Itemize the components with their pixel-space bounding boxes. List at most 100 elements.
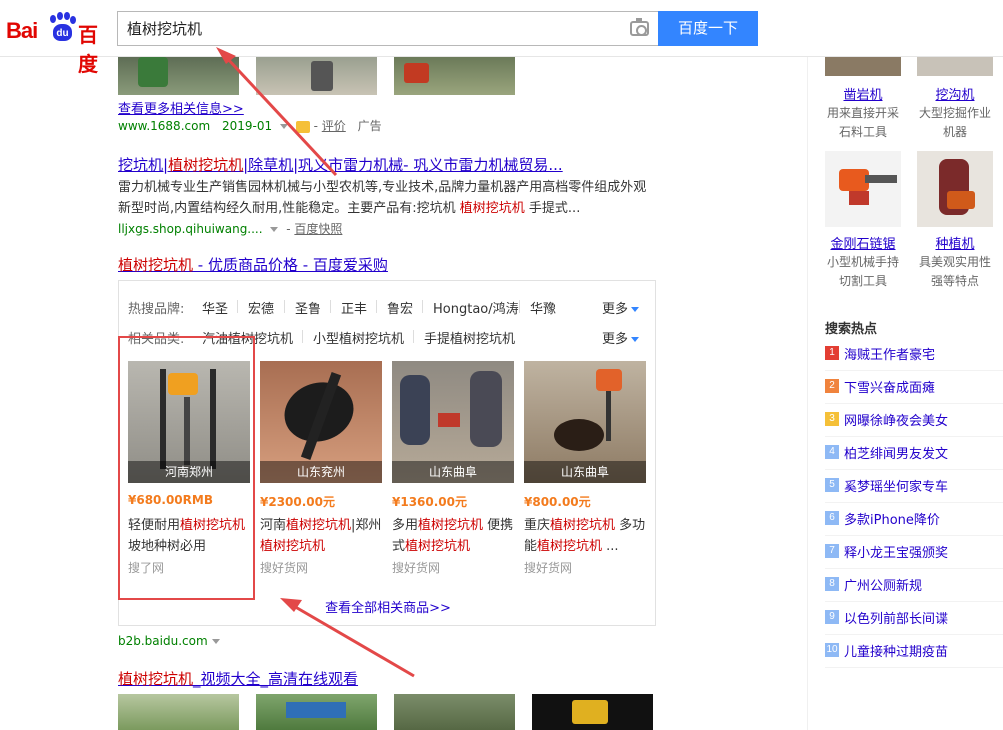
results-area: 查看更多相关信息>> www.1688.com 2019-01 - 评价 广告 … [0,57,1003,730]
product-price: ¥2300.00元 [260,495,336,509]
brand-tag[interactable]: 圣鲁 [295,298,321,317]
hot-search-item[interactable]: 3 网曝徐峥夜会美女 [825,404,1003,437]
search-box [117,11,659,46]
hot-search-item[interactable]: 5 奚梦瑶坐何家专车 [825,470,1003,503]
product-source[interactable]: 搜好货网 [524,559,572,576]
product-price: ¥1360.00元 [392,495,468,509]
hot-search-item[interactable]: 6 多款iPhone降价 [825,503,1003,536]
tile-name[interactable]: 凿岩机 [825,84,901,103]
more-brands-button[interactable]: 更多 [602,298,640,317]
annotation-highlight-box [118,336,255,600]
related-tag[interactable]: 手提植树挖坑机 [424,328,515,347]
product-item[interactable]: 山东曲阜 ¥800.00元 重庆植树挖坑机 多功能植树挖坑机 ... 搜好货网 [524,361,646,591]
product-source[interactable]: 搜好货网 [260,559,308,576]
title-part: - 优质商品价格 - 百度爱采购 [193,256,388,274]
product-price: ¥800.00元 [524,495,591,509]
more-label: 更多 [602,332,629,347]
hot-search-item[interactable]: 10 儿童接种过期疫苗 [825,635,1003,668]
hot-search-text[interactable]: 多款iPhone降价 [844,509,940,528]
result-title[interactable]: 挖坑机|植树挖坑机|除草机|巩义市雷力机械- 巩义市雷力机械贸易... [118,154,563,175]
video-thumbnail[interactable] [532,694,653,730]
related-tile[interactable]: 金刚石链锯 小型机械手持切割工具 [825,151,901,291]
result-title[interactable]: 植树挖坑机_视频大全_高清在线观看 [118,668,358,689]
tile-name[interactable]: 种植机 [917,233,993,252]
column-divider [807,57,808,730]
snapshot-link[interactable]: 百度快照 [294,222,342,236]
rating-link[interactable]: 评价 [322,119,346,133]
more-related-button[interactable]: 更多 [602,328,640,347]
caret-down-icon[interactable] [211,639,220,644]
hot-search-text[interactable]: 下雪兴奋成面瘫 [844,377,935,396]
hot-search-text[interactable]: 奚梦瑶坐何家专车 [844,476,948,495]
hot-rank-badge: 4 [825,445,839,459]
paw-icon: du [47,12,77,44]
see-more-link[interactable]: 查看更多相关信息>> [118,98,244,117]
name-highlight: 植树挖坑机 [550,518,616,533]
related-tile[interactable]: 挖沟机 大型挖掘作业机器 [917,57,993,139]
related-tag[interactable]: 小型植树挖坑机 [313,328,404,347]
brand-tag[interactable]: 鲁宏 [387,298,413,317]
camera-icon[interactable] [630,18,649,36]
name-part: 河南 [260,518,287,533]
baidu-logo[interactable]: Bai du 百度 [6,8,110,76]
hot-search-text[interactable]: 广州公厕新规 [844,575,922,594]
product-name[interactable]: 重庆植树挖坑机 多功能植树挖坑机 ... [524,515,648,557]
hot-search-item[interactable]: 1 海贼王作者豪宅 [825,338,1003,371]
name-highlight: 植树挖坑机 [405,539,471,554]
hot-search-text[interactable]: 网曝徐峥夜会美女 [844,410,948,429]
search-button[interactable]: 百度一下 [658,11,758,46]
tile-image[interactable] [825,151,901,227]
search-input[interactable] [118,12,608,45]
brand-tag[interactable]: Hongtao/鸿涛 [433,298,519,317]
tile-name[interactable]: 金刚石链锯 [825,233,901,252]
result-image[interactable] [394,57,515,95]
result-url: www.1688.com 2019-01 - 评价 广告 [118,119,382,133]
hot-search-item[interactable]: 2 下雪兴奋成面瘫 [825,371,1003,404]
result-description: 雷力机械专业生产销售园林机械与小型农机等,专业技术,品牌力量机器产用高档零件组成… [118,177,658,219]
title-part: |除草机|巩义市雷力机械- 巩义市雷力机械贸易... [243,156,563,174]
hot-search-item[interactable]: 7 释小龙王宝强颁奖 [825,536,1003,569]
product-name[interactable]: 多用植树挖坑机 便携式植树挖坑机 [392,515,516,557]
hot-search-text[interactable]: 柏芝绯闻男友发文 [844,443,948,462]
hot-rank-badge: 6 [825,511,839,525]
tile-image[interactable] [825,57,901,76]
hot-search-item[interactable]: 4 柏芝绯闻男友发文 [825,437,1003,470]
hot-rank-badge: 9 [825,610,839,624]
related-tile[interactable]: 种植机 具美观实用性强等特点 [917,151,993,291]
video-thumbnail[interactable] [256,694,377,730]
name-part: 多用 [392,518,419,533]
hot-search-text[interactable]: 以色列前部长间谍 [844,608,948,627]
title-part: _视频大全_高清在线观看 [193,670,359,688]
video-thumbnail[interactable] [394,694,515,730]
video-thumbnail[interactable] [118,694,239,730]
header: Bai du 百度 百度一下 [0,0,1003,76]
product-item[interactable]: 山东兖州 ¥2300.00元 河南植树挖坑机|郑州植树挖坑机 搜好货网 [260,361,382,591]
product-name[interactable]: 河南植树挖坑机|郑州植树挖坑机 [260,515,384,557]
caret-down-icon[interactable] [270,227,279,232]
product-item[interactable]: 山东曲阜 ¥1360.00元 多用植树挖坑机 便携式植树挖坑机 搜好货网 [392,361,514,591]
product-location: 山东曲阜 [524,461,646,483]
brand-tag[interactable]: 正丰 [341,298,367,317]
desc-highlight: 植树挖坑机 [459,201,525,216]
desc-part: 手提式... [524,201,581,216]
result-image[interactable] [118,57,239,95]
tile-name[interactable]: 挖沟机 [917,84,993,103]
result-title[interactable]: 植树挖坑机 - 优质商品价格 - 百度爱采购 [118,254,388,275]
hot-search-item[interactable]: 8 广州公厕新规 [825,569,1003,602]
result-image[interactable] [256,57,377,95]
product-source[interactable]: 搜好货网 [392,559,440,576]
hot-rank-badge: 1 [825,346,839,360]
tile-image[interactable] [917,57,993,76]
hot-search-text[interactable]: 儿童接种过期疫苗 [844,641,948,660]
hot-search-item[interactable]: 9 以色列前部长间谍 [825,602,1003,635]
caret-down-icon[interactable] [279,124,288,129]
brand-tag[interactable]: 宏德 [248,298,274,317]
tile-image[interactable] [917,151,993,227]
hot-search-text[interactable]: 海贼王作者豪宅 [844,344,935,363]
related-tile[interactable]: 凿岩机 用来直接开采石料工具 [825,57,901,139]
brand-tag[interactable]: 华豫 [530,298,556,317]
chevron-down-icon [631,307,640,312]
hot-search-text[interactable]: 释小龙王宝强颁奖 [844,542,948,561]
v-badge-icon[interactable] [295,120,310,133]
brand-tag[interactable]: 华圣 [202,298,228,317]
